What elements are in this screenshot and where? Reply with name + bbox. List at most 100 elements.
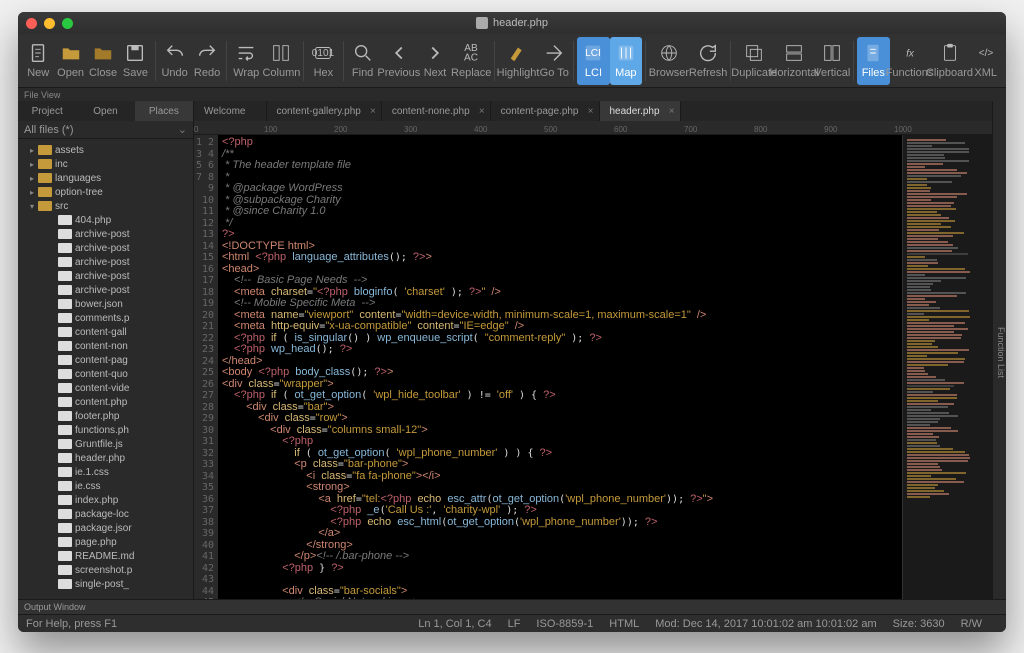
file-icon xyxy=(476,17,488,29)
close-icon[interactable]: × xyxy=(479,106,485,117)
tree-file[interactable]: bower.json xyxy=(18,297,193,311)
files-button[interactable]: Files xyxy=(857,37,889,85)
hex-button[interactable]: 0101Hex xyxy=(307,37,339,85)
sidebar-tabs: ProjectOpenPlaces xyxy=(18,101,193,121)
tree-folder[interactable]: ▸assets xyxy=(18,143,193,157)
new-button[interactable]: New xyxy=(22,37,54,85)
tree-file[interactable]: header.php xyxy=(18,451,193,465)
status-position: Ln 1, Col 1, C4 xyxy=(418,618,491,630)
open-button[interactable]: Open xyxy=(54,37,86,85)
tree-file[interactable]: 404.php xyxy=(18,213,193,227)
tab-content-none-php[interactable]: content-none.php× xyxy=(382,101,491,121)
minimize-icon[interactable] xyxy=(44,18,55,29)
tree-file[interactable]: page.php xyxy=(18,535,193,549)
tree-file[interactable]: archive-post xyxy=(18,241,193,255)
status-encoding[interactable]: ISO-8859-1 xyxy=(536,618,593,630)
wrap-button[interactable]: Wrap xyxy=(230,37,262,85)
status-help: For Help, press F1 xyxy=(26,618,117,630)
tree-folder[interactable]: ▸inc xyxy=(18,157,193,171)
close-button[interactable]: Close xyxy=(87,37,119,85)
sidebar-tab-project[interactable]: Project xyxy=(18,101,76,121)
file-filter[interactable]: All files (*) ⌄ xyxy=(18,121,193,139)
tree-file[interactable]: content-quo xyxy=(18,367,193,381)
find-button[interactable]: Find xyxy=(346,37,378,85)
toolbar: NewOpenCloseSaveUndoRedoWrapColumn0101He… xyxy=(18,34,1006,88)
svg-text:fx: fx xyxy=(906,49,915,60)
tree-file[interactable]: README.md xyxy=(18,549,193,563)
window-title: header.php xyxy=(476,17,548,29)
minimap[interactable] xyxy=(902,135,992,599)
tree-folder[interactable]: ▸languages xyxy=(18,171,193,185)
fullscreen-icon[interactable] xyxy=(62,18,73,29)
status-size: Size: 3630 xyxy=(893,618,945,630)
tree-file[interactable]: functions.ph xyxy=(18,423,193,437)
replace-button[interactable]: ABACReplace xyxy=(451,37,491,85)
tree-file[interactable]: content-pag xyxy=(18,353,193,367)
tree-file[interactable]: footer.php xyxy=(18,409,193,423)
tree-file[interactable]: content-gall xyxy=(18,325,193,339)
close-icon[interactable]: × xyxy=(588,106,594,117)
next-button[interactable]: Next xyxy=(419,37,451,85)
editor-tabs: Welcomecontent-gallery.php×content-none.… xyxy=(194,101,992,121)
tree-file[interactable]: archive-post xyxy=(18,269,193,283)
tree-folder[interactable]: ▾src xyxy=(18,199,193,213)
tree-file[interactable]: comments.p xyxy=(18,311,193,325)
line-numbers: 1 2 3 4 5 6 7 8 9 10 11 12 13 14 15 16 1… xyxy=(194,135,218,599)
svg-text:AC: AC xyxy=(464,52,478,63)
duplicate-button[interactable]: Duplicate xyxy=(734,37,774,85)
undo-button[interactable]: Undo xyxy=(158,37,190,85)
file-view-label: File View xyxy=(18,88,1006,101)
horizontal-button[interactable]: Horizontal xyxy=(774,37,814,85)
go to-button[interactable]: Go To xyxy=(538,37,570,85)
browser-button[interactable]: Browser xyxy=(649,37,689,85)
tree-file[interactable]: archive-post xyxy=(18,227,193,241)
highlight-button[interactable]: Highlight xyxy=(498,37,538,85)
svg-text:</>: </> xyxy=(978,48,993,59)
previous-button[interactable]: Previous xyxy=(379,37,419,85)
chevron-down-icon: ⌄ xyxy=(178,123,187,136)
column-button[interactable]: Column xyxy=(262,37,300,85)
code-editor[interactable]: <?php /** * The header template file * *… xyxy=(218,135,902,599)
output-window[interactable]: Output Window xyxy=(18,599,1006,614)
lci-button[interactable]: LCILCI xyxy=(577,37,609,85)
save-button[interactable]: Save xyxy=(119,37,151,85)
vertical-button[interactable]: Vertical xyxy=(814,37,850,85)
app-window: header.php NewOpenCloseSaveUndoRedoWrapC… xyxy=(18,12,1006,632)
function-list-panel[interactable]: Function List xyxy=(992,101,1006,599)
tab-header-php[interactable]: header.php× xyxy=(600,101,681,121)
status-lineending[interactable]: LF xyxy=(508,618,521,630)
tree-file[interactable]: Gruntfile.js xyxy=(18,437,193,451)
redo-button[interactable]: Redo xyxy=(191,37,223,85)
sidebar-tab-places[interactable]: Places xyxy=(135,101,193,121)
close-icon[interactable]: × xyxy=(669,106,675,117)
map-button[interactable]: Map xyxy=(610,37,642,85)
close-icon[interactable]: × xyxy=(370,106,376,117)
tab-content-gallery-php[interactable]: content-gallery.php× xyxy=(267,101,382,121)
titlebar: header.php xyxy=(18,12,1006,34)
clipboard-button[interactable]: Clipboard xyxy=(930,37,970,85)
xml-button[interactable]: </>XML xyxy=(970,37,1002,85)
tree-file[interactable]: archive-post xyxy=(18,255,193,269)
tree-file[interactable]: screenshot.p xyxy=(18,563,193,577)
tree-file[interactable]: package-loc xyxy=(18,507,193,521)
tab-Welcome[interactable]: Welcome xyxy=(194,101,267,121)
tree-folder[interactable]: ▸option-tree xyxy=(18,185,193,199)
tree-file[interactable]: content-non xyxy=(18,339,193,353)
close-icon[interactable] xyxy=(26,18,37,29)
functions-button[interactable]: fxFunctions xyxy=(890,37,930,85)
tree-file[interactable]: content.php xyxy=(18,395,193,409)
tree-file[interactable]: single-post_ xyxy=(18,577,193,591)
refresh-button[interactable]: Refresh xyxy=(689,37,728,85)
tree-file[interactable]: ie.1.css xyxy=(18,465,193,479)
svg-text:LCI: LCI xyxy=(586,48,602,59)
tree-file[interactable]: content-vide xyxy=(18,381,193,395)
status-modified: Mod: Dec 14, 2017 10:01:02 am 10:01:02 a… xyxy=(655,618,876,630)
tree-file[interactable]: ie.css xyxy=(18,479,193,493)
tree-file[interactable]: index.php xyxy=(18,493,193,507)
sidebar-tab-open[interactable]: Open xyxy=(76,101,134,121)
tree-file[interactable]: package.jsor xyxy=(18,521,193,535)
tree-file[interactable]: archive-post xyxy=(18,283,193,297)
tab-content-page-php[interactable]: content-page.php× xyxy=(491,101,600,121)
window-controls xyxy=(26,18,73,29)
status-language[interactable]: HTML xyxy=(609,618,639,630)
